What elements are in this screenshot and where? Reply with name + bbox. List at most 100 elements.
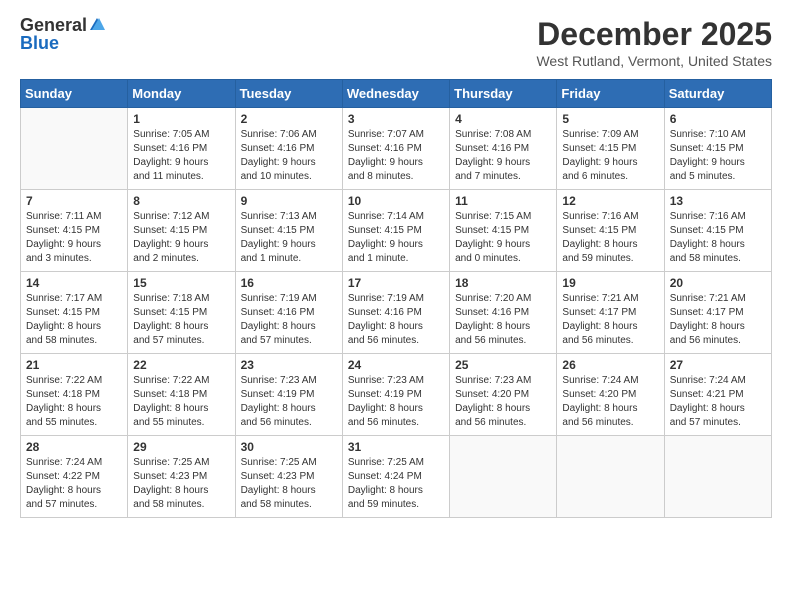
day-number: 31 xyxy=(348,440,444,454)
day-number: 26 xyxy=(562,358,658,372)
cell-details: Sunrise: 7:24 AM Sunset: 4:22 PM Dayligh… xyxy=(26,456,122,512)
cell-details: Sunrise: 7:19 AM Sunset: 4:16 PM Dayligh… xyxy=(348,292,444,348)
calendar-cell xyxy=(664,436,771,518)
calendar-cell: 19 Sunrise: 7:21 AM Sunset: 4:17 PM Dayli… xyxy=(557,272,664,354)
day-number: 19 xyxy=(562,276,658,290)
cell-details: Sunrise: 7:08 AM Sunset: 4:16 PM Dayligh… xyxy=(455,128,551,184)
calendar-cell: 29Sunrise: 7:25 AM Sunset: 4:23 PM Dayli… xyxy=(128,436,235,518)
day-number: 5 xyxy=(562,112,658,126)
cell-details: Sunrise: 7:24 AM Sunset: 4:21 PM Dayligh… xyxy=(670,374,766,430)
title-area: December 2025 West Rutland, Vermont, Uni… xyxy=(536,16,772,69)
cell-details: Sunrise: 7:21 AM Sunset: 4:17 PM Dayligh… xyxy=(562,292,658,348)
cell-details: Sunrise: 7:19 AM Sunset: 4:16 PM Dayligh… xyxy=(241,292,337,348)
cell-details: Sunrise: 7:10 AM Sunset: 4:15 PM Dayligh… xyxy=(670,128,766,184)
calendar-cell: 4 Sunrise: 7:08 AM Sunset: 4:16 PM Daylig… xyxy=(450,108,557,190)
calendar-cell: 7 Sunrise: 7:11 AM Sunset: 4:15 PM Daylig… xyxy=(21,190,128,272)
cell-details: Sunrise: 7:22 AM Sunset: 4:18 PM Dayligh… xyxy=(26,374,122,430)
day-number: 25 xyxy=(455,358,551,372)
calendar-cell: 20 Sunrise: 7:21 AM Sunset: 4:17 PM Dayli… xyxy=(664,272,771,354)
calendar-cell: 27 Sunrise: 7:24 AM Sunset: 4:21 PM Dayli… xyxy=(664,354,771,436)
day-number: 18 xyxy=(455,276,551,290)
logo: General Blue xyxy=(20,16,106,54)
day-number: 4 xyxy=(455,112,551,126)
column-header-wednesday: Wednesday xyxy=(342,80,449,108)
cell-details: Sunrise: 7:21 AM Sunset: 4:17 PM Dayligh… xyxy=(670,292,766,348)
calendar-cell xyxy=(450,436,557,518)
cell-details: Sunrise: 7:06 AM Sunset: 4:16 PM Dayligh… xyxy=(241,128,337,184)
calendar-cell: 8 Sunrise: 7:12 AM Sunset: 4:15 PM Daylig… xyxy=(128,190,235,272)
day-number: 1 xyxy=(133,112,229,126)
calendar-cell xyxy=(21,108,128,190)
day-number: 11 xyxy=(455,194,551,208)
subtitle: West Rutland, Vermont, United States xyxy=(536,53,772,69)
day-number: 8 xyxy=(133,194,229,208)
day-number: 6 xyxy=(670,112,766,126)
cell-details: Sunrise: 7:14 AM Sunset: 4:15 PM Dayligh… xyxy=(348,210,444,266)
day-number: 22 xyxy=(133,358,229,372)
day-number: 20 xyxy=(670,276,766,290)
calendar-cell: 30 Sunrise: 7:25 AM Sunset: 4:23 PM Dayli… xyxy=(235,436,342,518)
cell-details: Sunrise: 7:07 AM Sunset: 4:16 PM Dayligh… xyxy=(348,128,444,184)
calendar-cell: 26Sunrise: 7:24 AM Sunset: 4:20 PM Dayli… xyxy=(557,354,664,436)
calendar-cell: 15 Sunrise: 7:18 AM Sunset: 4:15 PM Dayli… xyxy=(128,272,235,354)
cell-details: Sunrise: 7:23 AM Sunset: 4:19 PM Dayligh… xyxy=(348,374,444,430)
calendar-cell: 5 Sunrise: 7:09 AM Sunset: 4:15 PM Daylig… xyxy=(557,108,664,190)
day-number: 27 xyxy=(670,358,766,372)
calendar-cell: 18 Sunrise: 7:20 AM Sunset: 4:16 PM Dayli… xyxy=(450,272,557,354)
day-number: 10 xyxy=(348,194,444,208)
calendar-cell: 1Sunrise: 7:05 AM Sunset: 4:16 PM Daylig… xyxy=(128,108,235,190)
day-number: 7 xyxy=(26,194,122,208)
day-number: 17 xyxy=(348,276,444,290)
day-number: 3 xyxy=(348,112,444,126)
cell-details: Sunrise: 7:25 AM Sunset: 4:23 PM Dayligh… xyxy=(241,456,337,512)
calendar-cell: 16 Sunrise: 7:19 AM Sunset: 4:16 PM Dayli… xyxy=(235,272,342,354)
day-number: 12 xyxy=(562,194,658,208)
cell-details: Sunrise: 7:16 AM Sunset: 4:15 PM Dayligh… xyxy=(562,210,658,266)
calendar-cell: 6 Sunrise: 7:10 AM Sunset: 4:15 PM Daylig… xyxy=(664,108,771,190)
header-row: SundayMondayTuesdayWednesdayThursdayFrid… xyxy=(21,80,772,108)
calendar-cell: 25 Sunrise: 7:23 AM Sunset: 4:20 PM Dayli… xyxy=(450,354,557,436)
week-row-3: 21 Sunrise: 7:22 AM Sunset: 4:18 PM Dayli… xyxy=(21,354,772,436)
logo-blue-text: Blue xyxy=(20,34,59,54)
day-number: 29 xyxy=(133,440,229,454)
calendar-cell: 2 Sunrise: 7:06 AM Sunset: 4:16 PM Daylig… xyxy=(235,108,342,190)
cell-details: Sunrise: 7:11 AM Sunset: 4:15 PM Dayligh… xyxy=(26,210,122,266)
day-number: 2 xyxy=(241,112,337,126)
day-number: 24 xyxy=(348,358,444,372)
calendar-cell: 21 Sunrise: 7:22 AM Sunset: 4:18 PM Dayli… xyxy=(21,354,128,436)
calendar-cell: 17 Sunrise: 7:19 AM Sunset: 4:16 PM Dayli… xyxy=(342,272,449,354)
cell-details: Sunrise: 7:20 AM Sunset: 4:16 PM Dayligh… xyxy=(455,292,551,348)
column-header-saturday: Saturday xyxy=(664,80,771,108)
cell-details: Sunrise: 7:23 AM Sunset: 4:20 PM Dayligh… xyxy=(455,374,551,430)
cell-details: Sunrise: 7:16 AM Sunset: 4:15 PM Dayligh… xyxy=(670,210,766,266)
cell-details: Sunrise: 7:22 AM Sunset: 4:18 PM Dayligh… xyxy=(133,374,229,430)
calendar-cell: 10 Sunrise: 7:14 AM Sunset: 4:15 PM Dayli… xyxy=(342,190,449,272)
calendar-cell: 23Sunrise: 7:23 AM Sunset: 4:19 PM Dayli… xyxy=(235,354,342,436)
week-row-2: 14Sunrise: 7:17 AM Sunset: 4:15 PM Dayli… xyxy=(21,272,772,354)
header: General Blue December 2025 West Rutland,… xyxy=(20,16,772,69)
day-number: 30 xyxy=(241,440,337,454)
cell-details: Sunrise: 7:25 AM Sunset: 4:24 PM Dayligh… xyxy=(348,456,444,512)
cell-details: Sunrise: 7:18 AM Sunset: 4:15 PM Dayligh… xyxy=(133,292,229,348)
cell-details: Sunrise: 7:12 AM Sunset: 4:15 PM Dayligh… xyxy=(133,210,229,266)
column-header-friday: Friday xyxy=(557,80,664,108)
column-header-sunday: Sunday xyxy=(21,80,128,108)
day-number: 21 xyxy=(26,358,122,372)
calendar-cell: 13Sunrise: 7:16 AM Sunset: 4:15 PM Dayli… xyxy=(664,190,771,272)
week-row-0: 1Sunrise: 7:05 AM Sunset: 4:16 PM Daylig… xyxy=(21,108,772,190)
day-number: 16 xyxy=(241,276,337,290)
cell-details: Sunrise: 7:23 AM Sunset: 4:19 PM Dayligh… xyxy=(241,374,337,430)
calendar-cell: 28 Sunrise: 7:24 AM Sunset: 4:22 PM Dayli… xyxy=(21,436,128,518)
column-header-tuesday: Tuesday xyxy=(235,80,342,108)
calendar-cell: 22 Sunrise: 7:22 AM Sunset: 4:18 PM Dayli… xyxy=(128,354,235,436)
day-number: 28 xyxy=(26,440,122,454)
day-number: 15 xyxy=(133,276,229,290)
logo-icon xyxy=(88,16,106,34)
column-header-monday: Monday xyxy=(128,80,235,108)
week-row-1: 7 Sunrise: 7:11 AM Sunset: 4:15 PM Daylig… xyxy=(21,190,772,272)
week-row-4: 28 Sunrise: 7:24 AM Sunset: 4:22 PM Dayli… xyxy=(21,436,772,518)
calendar-cell: 9Sunrise: 7:13 AM Sunset: 4:15 PM Daylig… xyxy=(235,190,342,272)
cell-details: Sunrise: 7:09 AM Sunset: 4:15 PM Dayligh… xyxy=(562,128,658,184)
calendar-cell: 14Sunrise: 7:17 AM Sunset: 4:15 PM Dayli… xyxy=(21,272,128,354)
calendar-table: SundayMondayTuesdayWednesdayThursdayFrid… xyxy=(20,79,772,518)
